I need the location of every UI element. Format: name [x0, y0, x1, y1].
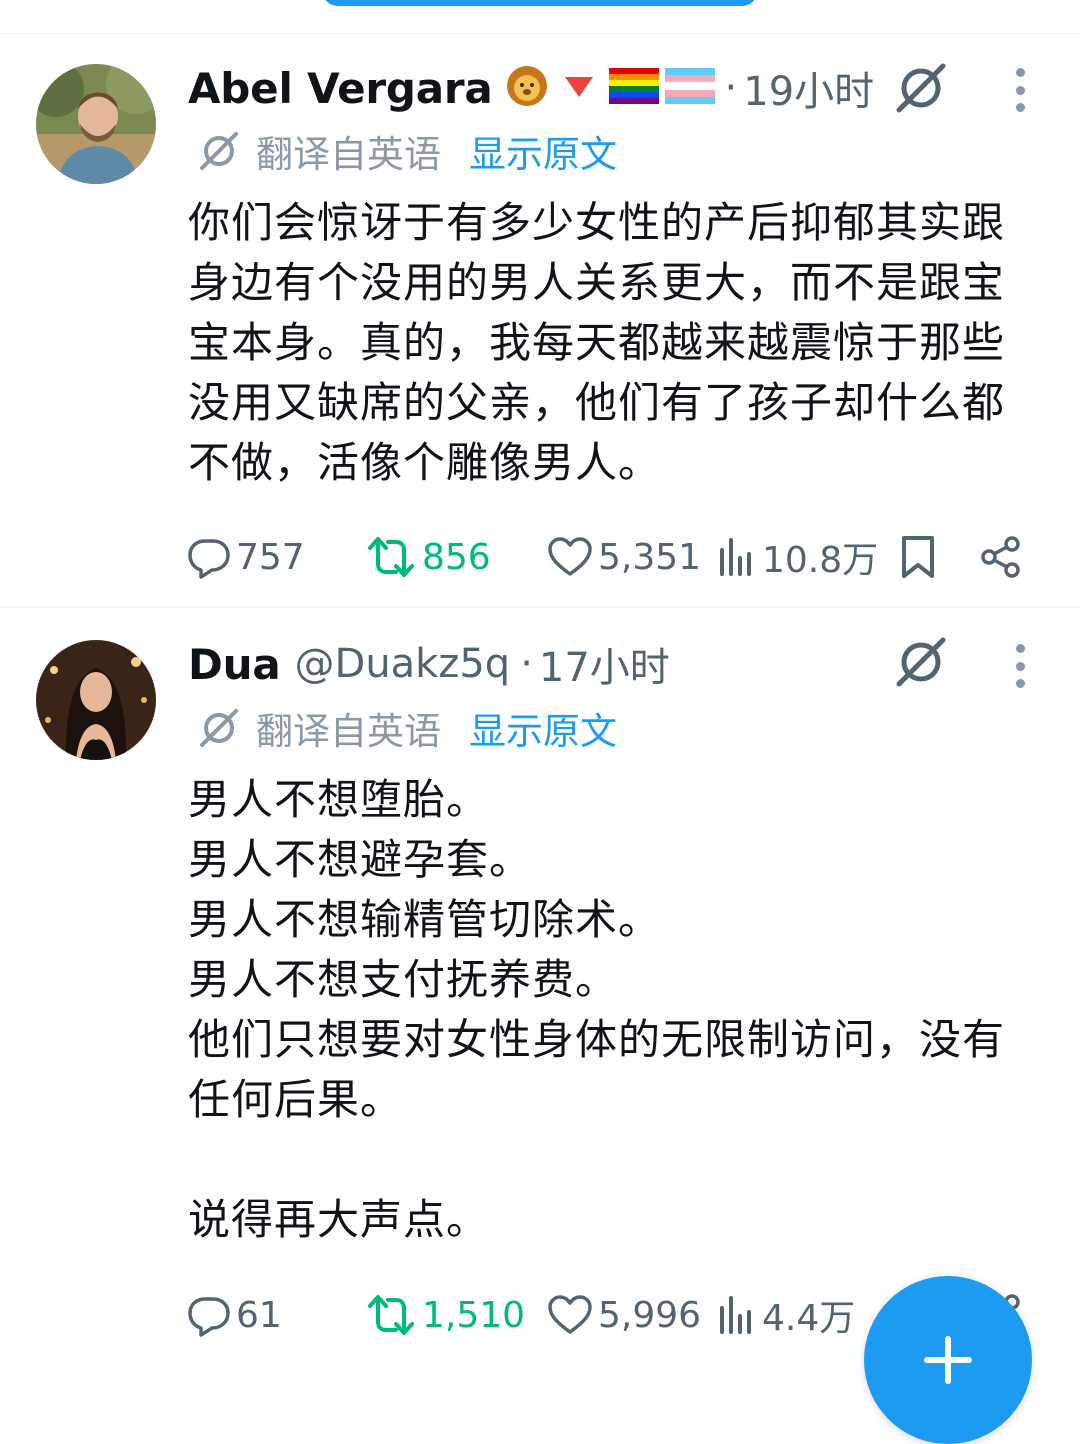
views-icon: [720, 538, 751, 576]
action-bar: 757 856 5,351 10.8万: [186, 532, 1046, 582]
grok-icon[interactable]: [893, 60, 949, 116]
red-triangle-emoji: [561, 71, 597, 105]
tweet-text: 男人不想堕胎。 男人不想避孕套。 男人不想输精管切除术。 男人不想支付抚养费。 …: [188, 775, 1006, 1244]
view-count: 4.4万: [762, 1298, 856, 1339]
reply-count: 757: [236, 536, 305, 578]
view-count: 10.8万: [762, 540, 879, 581]
transgender-flag-emoji: [664, 66, 715, 110]
heart-icon: [548, 537, 592, 576]
rainbow-flag-emoji: [608, 66, 659, 110]
grok-translate-icon: [200, 709, 238, 747]
timestamp[interactable]: 17小时: [539, 635, 670, 693]
translated-label: 翻译自英语: [256, 710, 441, 753]
like-button[interactable]: 5,351: [546, 532, 701, 582]
translation-row: 翻译自英语 显示原文: [196, 703, 617, 753]
user-handle[interactable]: @Duakz5q: [295, 641, 511, 687]
tweet-text: 你们会惊讶于有多少女性的产后抑郁其实跟 身边有个没用的男人关系更大，而不是跟宝 …: [188, 198, 1006, 487]
views-icon: [720, 1296, 751, 1334]
tweet-header: Dua @Duakz5q · 17小时: [188, 634, 670, 694]
bookmark-button[interactable]: [898, 532, 942, 582]
avatar[interactable]: [36, 640, 156, 760]
separator: ·: [520, 641, 533, 687]
display-name[interactable]: Abel Vergara: [188, 64, 493, 113]
retweet-icon: [368, 1295, 414, 1335]
avatar-photo: [36, 64, 156, 184]
retweet-button[interactable]: 856: [364, 532, 491, 582]
more-options-icon[interactable]: [1012, 68, 1028, 112]
reply-icon: [188, 1297, 230, 1337]
heart-icon: [548, 1295, 592, 1334]
bookmark-icon: [902, 536, 934, 578]
lion-emoji: [505, 64, 549, 112]
new-posts-pill[interactable]: [322, 0, 758, 6]
reply-icon: [188, 539, 230, 579]
reply-button[interactable]: 757: [186, 532, 305, 582]
separator: ·: [724, 65, 738, 111]
like-count: 5,351: [598, 536, 702, 578]
like-button[interactable]: 5,996: [546, 1290, 701, 1340]
translation-row: 翻译自英语 显示原文: [196, 126, 617, 176]
avatar[interactable]: [36, 64, 156, 184]
show-original-link[interactable]: 显示原文: [469, 701, 617, 755]
tweet-header: Abel Vergara · 19小时: [188, 58, 874, 118]
plus-icon: [924, 1357, 972, 1363]
display-name[interactable]: Dua: [188, 640, 281, 689]
share-icon: [981, 536, 1020, 578]
divider: [0, 33, 1080, 34]
retweet-count: 856: [422, 536, 491, 578]
grok-icon[interactable]: [893, 634, 949, 690]
reply-button[interactable]: 61: [186, 1290, 282, 1340]
more-options-icon[interactable]: [1012, 644, 1028, 688]
views-button[interactable]: 4.4万: [716, 1290, 855, 1340]
views-button[interactable]: 10.8万: [716, 532, 878, 582]
reply-count: 61: [236, 1294, 282, 1336]
retweet-icon: [368, 537, 414, 577]
like-count: 5,996: [598, 1294, 702, 1336]
retweet-count: 1,510: [422, 1294, 526, 1336]
show-original-link[interactable]: 显示原文: [469, 124, 617, 178]
retweet-button[interactable]: 1,510: [364, 1290, 525, 1340]
translated-label: 翻译自英语: [256, 133, 441, 176]
divider: [0, 607, 1080, 608]
share-button[interactable]: [978, 532, 1028, 582]
compose-button[interactable]: [864, 1276, 1032, 1444]
grok-translate-icon: [200, 132, 238, 170]
avatar-photo: [36, 640, 156, 760]
timestamp[interactable]: 19小时: [743, 59, 874, 117]
